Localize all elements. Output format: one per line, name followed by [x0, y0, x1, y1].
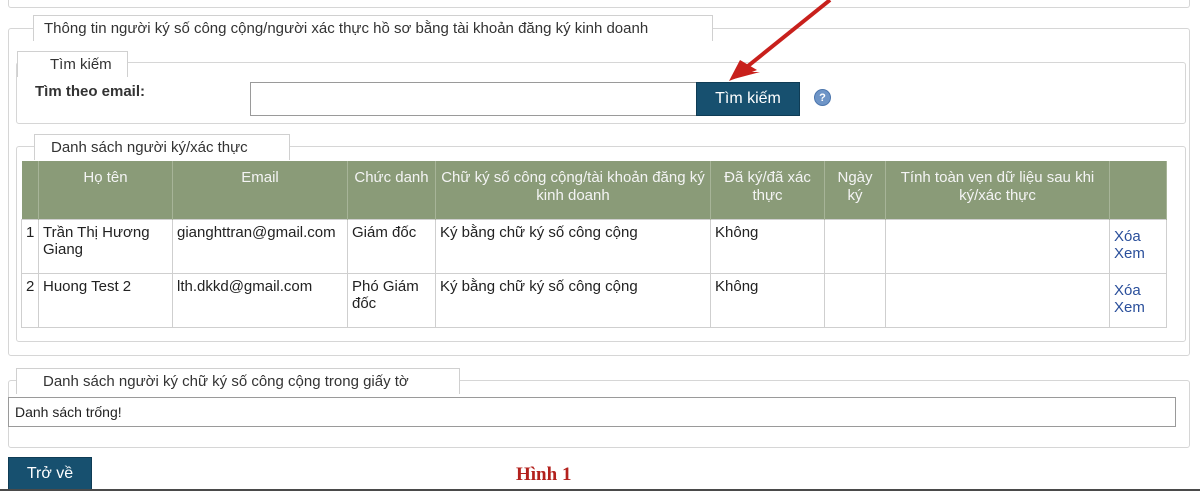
view-link[interactable]: Xem [1114, 299, 1162, 316]
row-title: Giám đốc [347, 219, 436, 274]
row-date [824, 219, 886, 274]
row-date [824, 273, 886, 328]
row-actions: Xóa Xem [1109, 273, 1167, 328]
main-info-legend: Thông tin người ký số công cộng/người xá… [33, 15, 713, 41]
row-index: 2 [21, 273, 39, 328]
col-header-name: Họ tên [38, 161, 173, 220]
delete-link[interactable]: Xóa [1114, 282, 1162, 299]
email-search-input[interactable] [250, 82, 698, 116]
col-header-date: Ngày ký [824, 161, 886, 220]
col-header-email: Email [172, 161, 348, 220]
delete-link[interactable]: Xóa [1114, 228, 1162, 245]
col-header-signature-method: Chữ ký số công cộng/tài khoản đăng ký ki… [435, 161, 711, 220]
row-email: lth.dkkd@gmail.com [172, 273, 348, 328]
document-signers-legend: Danh sách người ký chữ ký số công cộng t… [16, 368, 460, 394]
table-row: 2 Huong Test 2 lth.dkkd@gmail.com Phó Gi… [21, 273, 1167, 328]
figure-caption: Hình 1 [516, 464, 572, 485]
row-integrity [885, 273, 1110, 328]
signers-legend: Danh sách người ký/xác thực [34, 134, 290, 160]
top-panel-edge [8, 0, 1190, 8]
row-signed: Không [710, 273, 825, 328]
empty-list-message: Danh sách trống! [8, 397, 1176, 427]
row-name: Trần Thị Hương Giang [38, 219, 173, 274]
table-header-row: Họ tên Email Chức danh Chữ ký số công cộ… [21, 161, 1167, 220]
row-index: 1 [21, 219, 39, 274]
view-link[interactable]: Xem [1114, 245, 1162, 262]
row-email: gianghttran@gmail.com [172, 219, 348, 274]
col-header-integrity: Tính toàn vẹn dữ liệu sau khi ký/xác thự… [885, 161, 1110, 220]
email-search-label: Tìm theo email: [35, 83, 146, 100]
back-button[interactable]: Trở về [8, 457, 92, 491]
red-arrow-annotation [729, 0, 832, 81]
signers-table: Họ tên Email Chức danh Chữ ký số công cộ… [21, 161, 1167, 328]
col-header-index [21, 161, 39, 220]
row-signed: Không [710, 219, 825, 274]
row-name: Huong Test 2 [38, 273, 173, 328]
row-signature-method: Ký bằng chữ ký số công cộng [435, 219, 711, 274]
col-header-title: Chức danh [347, 161, 436, 220]
row-integrity [885, 219, 1110, 274]
col-header-actions [1109, 161, 1167, 220]
row-title: Phó Giám đốc [347, 273, 436, 328]
row-actions: Xóa Xem [1109, 219, 1167, 274]
help-icon[interactable]: ? [814, 89, 831, 106]
row-signature-method: Ký bằng chữ ký số công cộng [435, 273, 711, 328]
search-legend: Tìm kiếm [17, 51, 128, 77]
col-header-signed: Đã ký/đã xác thực [710, 161, 825, 220]
table-row: 1 Trần Thị Hương Giang gianghttran@gmail… [21, 219, 1167, 274]
